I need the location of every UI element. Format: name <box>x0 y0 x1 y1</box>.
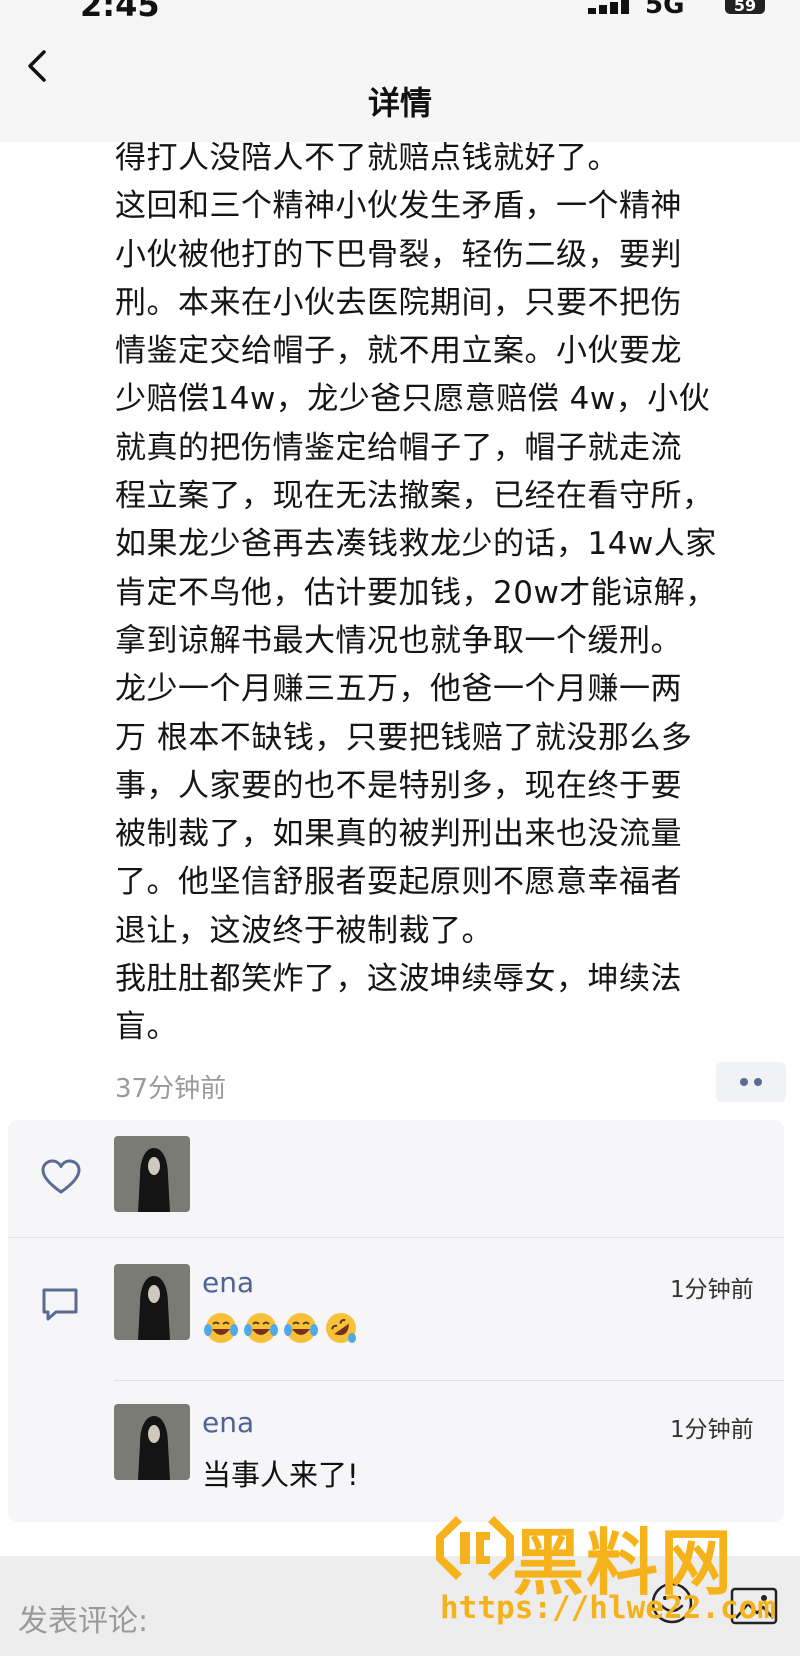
rolling-laughing-emoji-icon <box>326 1313 356 1343</box>
post-line: 刑。本来在小伙去医院期间，只要不把伤 <box>115 284 682 321</box>
comment-bubble-icon <box>42 1288 78 1321</box>
comment-emoji-row <box>202 1310 360 1346</box>
commenter-name[interactable]: ena <box>202 1406 254 1439</box>
status-bar: 2:45 5G 59 <box>0 0 800 30</box>
avatar-image <box>114 1264 190 1340</box>
page-title: 详情 <box>367 84 432 122</box>
watermark: 黑料网 https://hlwe22.com <box>432 1512 776 1627</box>
post-line: 程立案了，现在无法撤案，已经在看守所， <box>115 478 714 515</box>
dot-icon <box>740 1078 748 1086</box>
post-line: 小伙被他打的下巴骨裂，轻伤二级，要判 <box>115 236 682 273</box>
panel-divider <box>8 1237 784 1238</box>
liker-avatar[interactable] <box>114 1136 190 1212</box>
commenter-avatar[interactable] <box>114 1404 190 1480</box>
post-line: 就真的把伤情鉴定给帽子了，帽子就走流 <box>115 429 682 466</box>
comment-text: 当事人来了! <box>202 1458 359 1492</box>
post-line: 我肚肚都笑炸了，这波坤续辱女，坤续法 <box>115 961 682 998</box>
post-timestamp: 37分钟前 <box>115 1074 227 1104</box>
dot-icon <box>754 1078 762 1086</box>
comment-divider <box>114 1380 784 1381</box>
comment-time: 1分钟前 <box>670 1417 754 1443</box>
laughing-tears-emoji-icon <box>284 1313 318 1343</box>
post-line: 情鉴定交给帽子，就不用立案。小伙要龙 <box>115 333 682 370</box>
comment-time: 1分钟前 <box>670 1277 754 1303</box>
watermark-logo-icon <box>436 1516 514 1580</box>
avatar-image <box>114 1136 190 1212</box>
comment-input[interactable]: 发表评论: <box>18 1596 148 1640</box>
laughing-tears-emoji-icon <box>244 1313 278 1343</box>
post-line: 少赔偿14w，龙少爸只愿意赔偿 4w，小伙 <box>115 381 711 418</box>
post-line: 如果龙少爸再去凑钱救龙少的话，14w人家 <box>115 526 717 563</box>
post-line: 万 根本不缺钱，只要把钱赔了就没那么多 <box>115 719 693 756</box>
battery-level: 59 <box>733 0 757 15</box>
post-line: 了。他坚信舒服者耍起原则不愿意幸福者 <box>115 864 682 901</box>
watermark-url: https://hlwe22.com <box>440 1590 776 1626</box>
post-line: 被制裁了，如果真的被判刑出来也没流量 <box>115 816 682 853</box>
status-time: 2:45 <box>80 0 160 24</box>
network-label: 5G <box>645 0 685 20</box>
signal-icon <box>588 0 632 14</box>
post-line: 这回和三个精神小伙发生矛盾，一个精神 <box>115 188 682 225</box>
more-options-button[interactable] <box>716 1062 786 1102</box>
commenter-avatar[interactable] <box>114 1264 190 1340</box>
post-line: 肯定不鸟他，估计要加钱，20w才能谅解， <box>115 574 717 611</box>
post-line: 龙少一个月赚三五万，他爸一个月赚一两 <box>115 671 682 708</box>
commenter-name[interactable]: ena <box>202 1266 254 1299</box>
post-line: 盲。 <box>115 1009 178 1046</box>
post-line: 拿到谅解书最大情况也就争取一个缓刑。 <box>115 622 682 659</box>
laughing-tears-emoji-icon <box>204 1313 238 1343</box>
post-line: 事，人家要的也不是特别多，现在终于要 <box>115 767 682 804</box>
heart-icon <box>41 1159 81 1194</box>
post-line: 退让，这波终于被制裁了。 <box>115 912 493 949</box>
avatar-image <box>114 1404 190 1480</box>
battery-icon: 59 <box>725 0 765 15</box>
post-body: 得打人没陪人不了就赔点钱就好了。 这回和三个精神小伙发生矛盾，一个精神 小伙被他… <box>115 134 800 1052</box>
